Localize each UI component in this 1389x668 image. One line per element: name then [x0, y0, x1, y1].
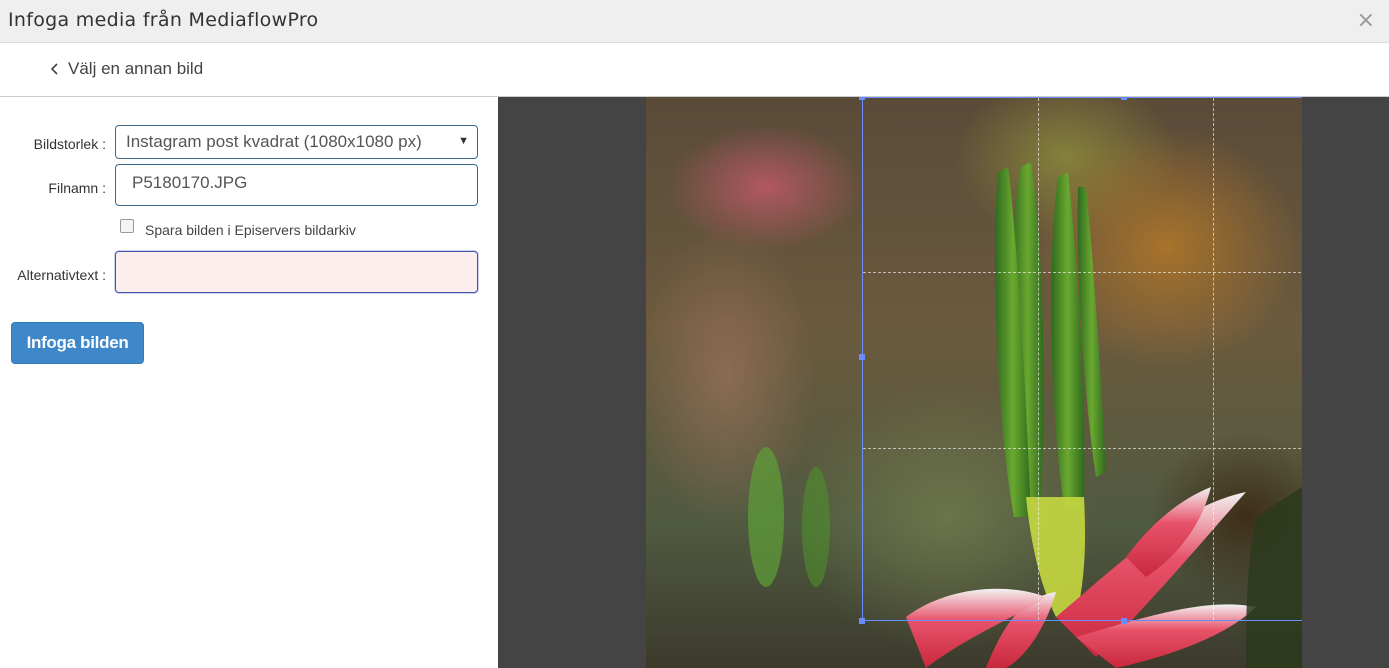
size-select-value: Instagram post kvadrat (1080x1080 px) [126, 132, 422, 151]
dialog-titlebar: Infoga media från MediaflowPro × [0, 0, 1389, 43]
crop-guide-horizontal-1 [863, 272, 1302, 273]
save-to-archive-label: Spara bilden i Episervers bildarkiv [145, 222, 356, 238]
crop-handle-bottom-left[interactable] [859, 618, 865, 624]
preview-photo [646, 97, 1302, 668]
image-preview-area [498, 97, 1389, 668]
crop-handle-bottom[interactable] [1121, 618, 1127, 624]
back-link-label: Välj en annan bild [68, 59, 204, 78]
caret-down-icon: ▼ [458, 135, 469, 147]
crop-handle-top-left[interactable] [859, 97, 865, 100]
crop-guide-vertical-2 [1213, 98, 1214, 620]
size-label: Bildstorlek : [33, 136, 106, 152]
crop-selection[interactable] [859, 97, 1302, 624]
alt-text-label: Alternativtext : [17, 267, 106, 283]
image-settings-form: Bildstorlek : Instagram post kvadrat (10… [0, 97, 498, 668]
crop-guide-horizontal-2 [863, 448, 1302, 449]
close-icon[interactable]: × [1357, 9, 1375, 33]
crop-handle-left[interactable] [859, 354, 865, 360]
dialog-title: Infoga media från MediaflowPro [8, 9, 319, 31]
filename-label: Filnamn : [48, 180, 106, 196]
chevron-left-icon [50, 63, 58, 75]
crop-guide-vertical-1 [1038, 98, 1039, 620]
insert-image-button[interactable]: Infoga bilden [11, 322, 144, 364]
save-to-archive-checkbox[interactable] [120, 219, 134, 233]
filename-input[interactable]: P5180170.JPG [115, 164, 478, 206]
alt-text-input[interactable] [115, 251, 478, 293]
dialog-toolbar: Välj en annan bild [0, 43, 1389, 97]
back-link[interactable]: Välj en annan bild [50, 59, 203, 79]
crop-handle-top[interactable] [1121, 97, 1127, 100]
size-select[interactable]: Instagram post kvadrat (1080x1080 px) ▼ [115, 125, 478, 159]
